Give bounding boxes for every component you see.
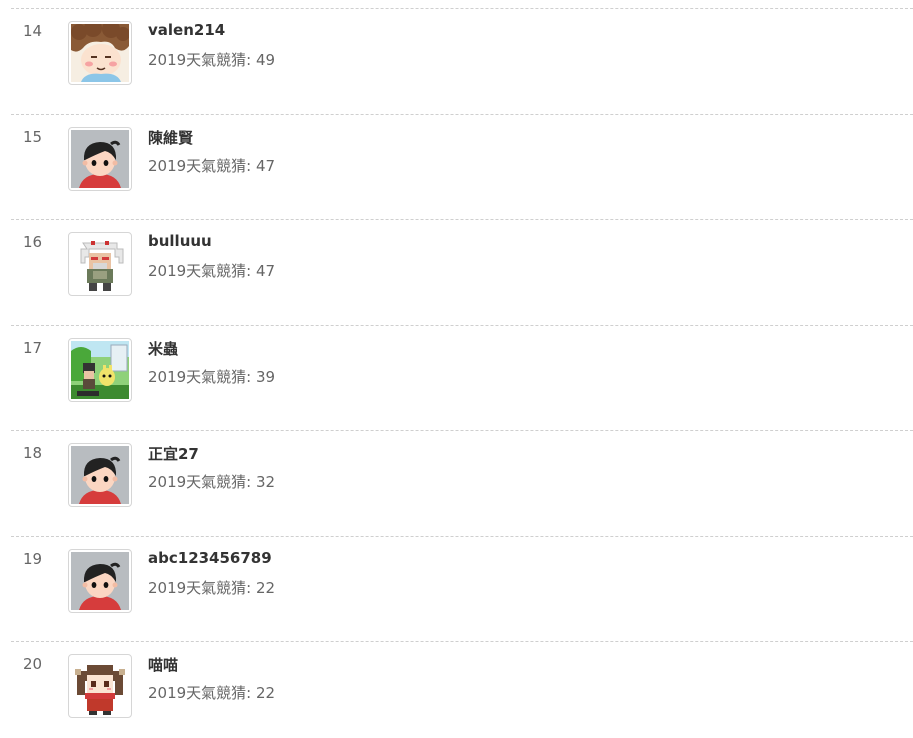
username[interactable]: abc123456789 (148, 549, 272, 567)
rank-number: 15 (23, 128, 43, 146)
leaderboard-row: 14 valen214 2019天氣競猜: 49 (11, 8, 913, 114)
user-avatar[interactable] (68, 654, 132, 718)
rank-number: 16 (23, 233, 43, 251)
default-boy-avatar-icon (71, 552, 129, 610)
leaderboard-row: 19 abc123456789 2019天氣競猜: 22 (11, 536, 913, 642)
leaderboard-list: 14 valen214 2019天氣競猜: 49 15 陳維賢 2019天氣競猜… (0, 0, 913, 738)
score-text: 2019天氣競猜: 47 (148, 262, 276, 280)
leaderboard-row: 20 喵喵 2019天氣競猜: 22 (11, 641, 913, 738)
default-boy-avatar-icon (71, 446, 129, 504)
score-text: 2019天氣競猜: 32 (148, 473, 276, 491)
leaderboard-row: 15 陳維賢 2019天氣競猜: 47 (11, 114, 913, 220)
rank-number: 20 (23, 655, 43, 673)
username[interactable]: 正宜27 (148, 443, 199, 464)
score-text: 2019天氣競猜: 22 (148, 684, 276, 702)
user-avatar[interactable] (68, 21, 132, 85)
user-avatar[interactable] (68, 232, 132, 296)
username[interactable]: bulluuu (148, 232, 212, 250)
username[interactable]: 喵喵 (148, 654, 178, 675)
pixel-white-hair-warrior-avatar-icon (71, 235, 129, 293)
leaderboard-row: 17 米蟲 2019天氣競猜: 39 (11, 325, 913, 431)
username[interactable]: 陳維賢 (148, 127, 193, 148)
user-avatar[interactable] (68, 338, 132, 402)
leaderboard-row: 16 bulluuu 2019天氣競猜: 47 (11, 219, 913, 325)
rank-number: 14 (23, 22, 43, 40)
pixel-twin-tail-girl-avatar-icon (71, 657, 129, 715)
user-avatar[interactable] (68, 549, 132, 613)
score-text: 2019天氣競猜: 49 (148, 51, 276, 69)
user-avatar[interactable] (68, 443, 132, 507)
rank-number: 19 (23, 550, 43, 568)
default-boy-avatar-icon (71, 130, 129, 188)
user-avatar[interactable] (68, 127, 132, 191)
username[interactable]: valen214 (148, 21, 225, 39)
rank-number: 17 (23, 339, 43, 357)
username[interactable]: 米蟲 (148, 338, 178, 359)
cartoon-brown-hair-avatar-icon (71, 24, 129, 82)
pixel-game-scene-avatar-icon (71, 341, 129, 399)
leaderboard-row: 18 正宜27 2019天氣競猜: 32 (11, 430, 913, 536)
score-text: 2019天氣競猜: 47 (148, 157, 276, 175)
score-text: 2019天氣競猜: 22 (148, 579, 276, 597)
score-text: 2019天氣競猜: 39 (148, 368, 276, 386)
rank-number: 18 (23, 444, 43, 462)
